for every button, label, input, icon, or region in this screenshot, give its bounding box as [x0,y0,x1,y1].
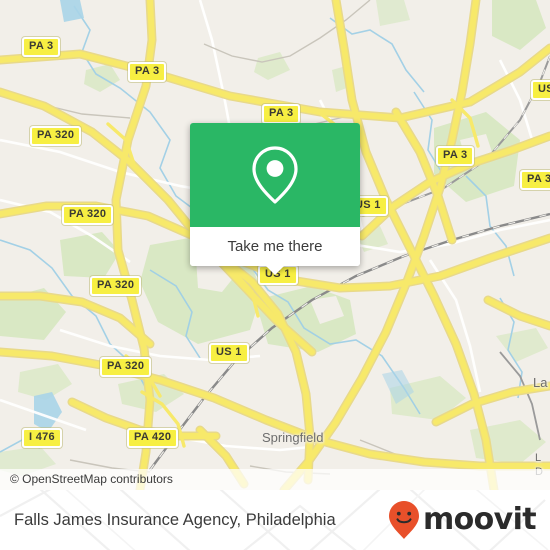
road-shield: PA 3 [22,37,61,57]
page-title: Falls James Insurance Agency, Philadelph… [14,510,336,529]
road-shield: I 476 [22,428,62,448]
popup-image-area [190,123,360,227]
road-shield: US 1 [209,343,249,363]
moovit-wordmark: moovit [422,502,537,537]
map-canvas[interactable]: Springfield La L D PA 3 PA 3 PA 3 PA 3 P… [0,0,550,490]
place-label: Springfield [262,430,324,445]
place-label: L [535,452,542,464]
road-shield: PA 3 [436,146,475,166]
footer-bar: Falls James Insurance Agency, Philadelph… [0,490,550,550]
moovit-smiley-pin-icon [388,501,419,539]
road-shield: PA 3 [520,170,550,190]
take-me-there-label[interactable]: Take me there [190,227,360,266]
road-shield: PA 3 [262,104,301,124]
map-pin-icon [252,146,298,204]
road-shield: PA 320 [30,126,82,146]
road-shield: PA 420 [127,428,179,448]
take-me-there-popup[interactable]: Take me there [190,123,360,275]
road-shield: PA 3 [128,62,167,82]
road-shield: PA 320 [90,276,142,296]
popup-pointer-tail [265,265,285,275]
road-shield: PA 320 [100,357,152,377]
map-page: Springfield La L D PA 3 PA 3 PA 3 PA 3 P… [0,0,550,550]
place-label: La [533,375,548,390]
moovit-logo[interactable]: moovit [387,500,537,540]
osm-attribution[interactable]: © OpenStreetMap contributors [0,469,550,490]
road-shield: US [531,80,550,100]
road-shield: PA 320 [62,205,114,225]
